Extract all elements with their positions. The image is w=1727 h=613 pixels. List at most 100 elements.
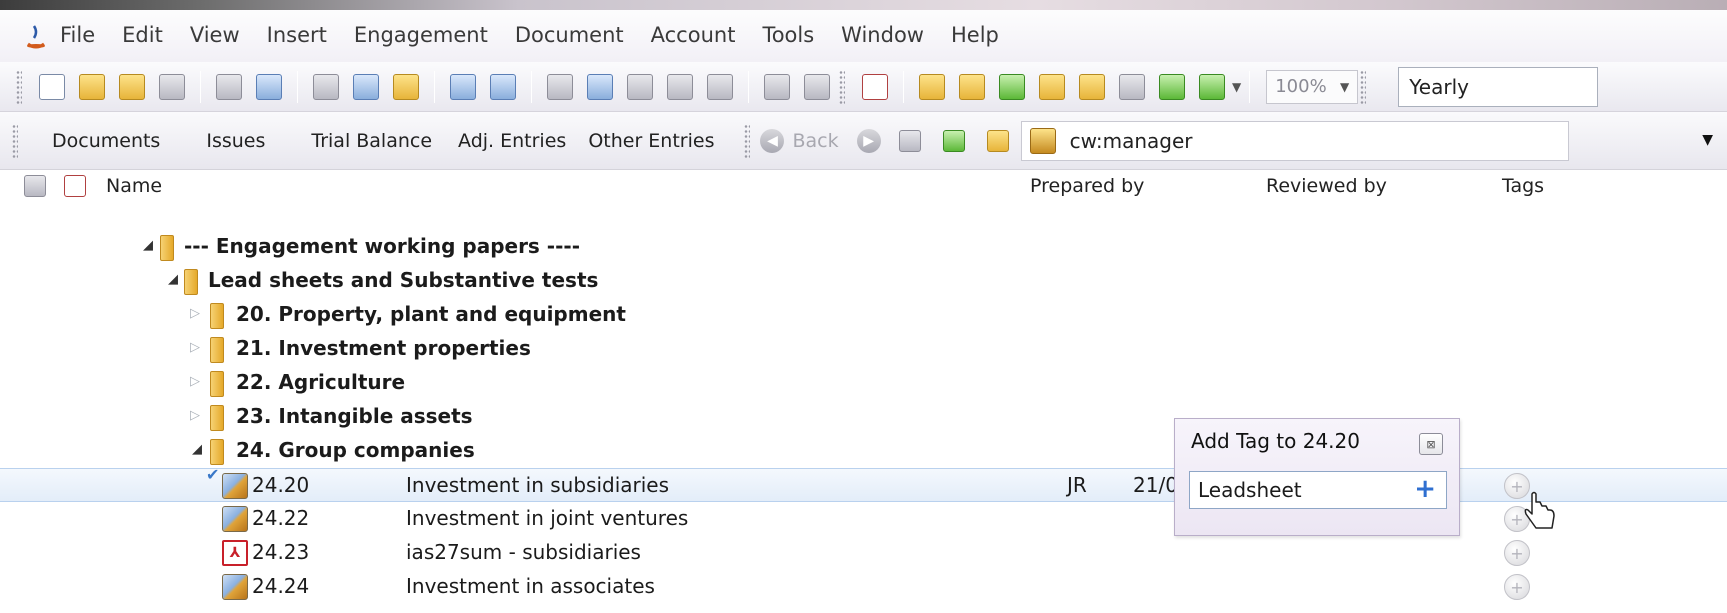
column-reviewed-by[interactable]: Reviewed by — [1266, 175, 1387, 197]
word-doc-icon[interactable] — [1119, 73, 1145, 100]
address-dropdown-icon[interactable]: ▼ — [1702, 132, 1713, 148]
menu-insert[interactable]: Insert — [267, 23, 327, 47]
signoff-icon[interactable] — [64, 175, 86, 197]
add-tag-popup: Add Tag to 24.20 ⊠ Leadsheet + — [1174, 418, 1460, 536]
tree-row-folder[interactable]: ▷ 20. Property, plant and equipment — [0, 298, 1727, 332]
rectangle-tool-icon[interactable] — [707, 73, 733, 100]
indent-icon[interactable] — [450, 73, 476, 100]
column-name[interactable]: Name — [106, 175, 162, 197]
toolbar-grip[interactable] — [12, 123, 18, 158]
add-tag-icon[interactable]: + — [1504, 574, 1530, 600]
open-folder-icon[interactable] — [79, 73, 105, 100]
menu-window[interactable]: Window — [841, 23, 924, 47]
cut-icon[interactable] — [313, 73, 339, 100]
menu-file[interactable]: File — [60, 23, 95, 47]
tree-row-folder[interactable]: ▷ 23. Intangible assets — [0, 400, 1727, 434]
tree-row-document[interactable]: ⅄ 24.23 ias27sum - subsidiaries + — [0, 536, 1727, 570]
collapse-arrow-icon[interactable]: ◢ — [192, 442, 202, 457]
toolbar-grip[interactable] — [16, 69, 22, 104]
stop-icon[interactable] — [898, 129, 921, 152]
new-folder-icon[interactable] — [119, 73, 145, 100]
tree-row-folder[interactable]: ▷ 22. Agriculture — [0, 366, 1727, 400]
navigation-toolbar: Documents Issues Trial Balance Adj. Entr… — [0, 112, 1727, 170]
tab-other-entries[interactable]: Other Entries — [588, 130, 714, 152]
excel-doc-icon[interactable] — [1159, 73, 1185, 100]
tag-input[interactable]: Leadsheet + — [1189, 471, 1447, 509]
tab-documents[interactable]: Documents — [52, 130, 160, 152]
folder-icon[interactable] — [919, 73, 945, 100]
tree-row-folder[interactable]: ◢ --- Engagement working papers ---- — [0, 230, 1727, 264]
eraser-icon[interactable] — [804, 73, 830, 100]
add-component-icon[interactable] — [1199, 73, 1225, 100]
print-icon[interactable] — [216, 73, 242, 100]
folder-icon — [210, 337, 224, 363]
copy-icon[interactable] — [353, 73, 379, 100]
refresh-icon[interactable] — [942, 129, 965, 152]
search-document-icon[interactable] — [764, 73, 790, 100]
expand-arrow-icon[interactable]: ▷ — [190, 306, 200, 321]
menu-help[interactable]: Help — [951, 23, 999, 47]
folder-label: Lead sheets and Substantive tests — [208, 268, 599, 292]
group-folder-icon[interactable] — [959, 73, 985, 100]
tab-trial-balance[interactable]: Trial Balance — [311, 130, 432, 152]
menu-engagement[interactable]: Engagement — [354, 23, 488, 47]
collapse-arrow-icon[interactable]: ◢ — [168, 272, 178, 287]
collapse-arrow-icon[interactable]: ◢ — [143, 238, 153, 253]
add-tag-icon[interactable]: + — [1504, 540, 1530, 566]
period-select[interactable]: Yearly — [1398, 66, 1599, 107]
back-button[interactable]: ◀ Back — [760, 128, 839, 153]
forward-arrow-icon[interactable]: ▶ — [856, 128, 881, 153]
toolbar-separator — [531, 70, 532, 103]
new-document-icon[interactable] — [39, 73, 65, 100]
close-icon[interactable]: ⊠ — [1419, 433, 1443, 455]
menu-tools[interactable]: Tools — [762, 23, 814, 47]
toolbar-grip[interactable] — [1360, 69, 1367, 104]
tag-input-value: Leadsheet — [1198, 478, 1302, 502]
menu-account[interactable]: Account — [651, 23, 736, 47]
zoom-value: 100% — [1275, 76, 1327, 97]
link-icon[interactable] — [159, 73, 185, 100]
expand-arrow-icon[interactable]: ▷ — [190, 374, 200, 389]
home-icon[interactable] — [986, 129, 1009, 152]
add-component-dropdown-icon[interactable]: ▼ — [1232, 80, 1241, 94]
tree-row-folder[interactable]: ▷ 21. Investment properties — [0, 332, 1727, 366]
signoff-check-icon[interactable] — [862, 73, 888, 100]
signed-off-check-icon: ✔ — [206, 465, 220, 484]
properties-icon[interactable] — [587, 73, 613, 100]
outdent-icon[interactable] — [490, 73, 516, 100]
tree-row-document[interactable]: 24.22 Investment in joint ventures + — [0, 502, 1727, 536]
empty-folder-icon[interactable] — [1079, 73, 1105, 100]
tab-adj-entries[interactable]: Adj. Entries — [458, 130, 566, 152]
menu-view[interactable]: View — [190, 23, 240, 47]
address-bar[interactable]: cw:manager — [1020, 120, 1569, 161]
tab-issues[interactable]: Issues — [206, 130, 265, 152]
column-tags[interactable]: Tags — [1502, 175, 1544, 197]
back-arrow-icon: ◀ — [760, 128, 785, 153]
clipboard-icon[interactable] — [24, 175, 46, 197]
menu-document[interactable]: Document — [515, 23, 624, 47]
toolbar-grip[interactable] — [839, 69, 845, 104]
menu-edit[interactable]: Edit — [122, 23, 163, 47]
print-preview-icon[interactable] — [256, 73, 282, 100]
expand-arrow-icon[interactable]: ▷ — [190, 408, 200, 423]
open-package-icon[interactable] — [1039, 73, 1065, 100]
tree-row-folder[interactable]: ◢ Lead sheets and Substantive tests — [0, 264, 1727, 298]
add-tag-plus-icon[interactable]: + — [1414, 474, 1436, 504]
tree-row-document[interactable]: 24.24 Investment in associates + — [0, 570, 1727, 604]
toolbar-grip[interactable] — [744, 123, 751, 158]
document-code: 24.24 — [252, 574, 310, 598]
paste-icon[interactable] — [393, 73, 419, 100]
document-code: 24.22 — [252, 506, 310, 530]
edit-icon[interactable] — [547, 73, 573, 100]
line-tool-icon[interactable] — [667, 73, 693, 100]
address-value: cw:manager — [1069, 128, 1193, 153]
tree-row-folder[interactable]: ◢ 24. Group companies — [0, 434, 1727, 468]
trial-balance-icon[interactable] — [999, 73, 1025, 100]
zoom-select[interactable]: 100% ▼ — [1266, 69, 1359, 104]
tree-row-document[interactable]: ✔ 24.20 Investment in subsidiaries JR 21… — [0, 465, 1727, 502]
stamp-icon[interactable] — [627, 73, 653, 100]
expand-arrow-icon[interactable]: ▷ — [190, 340, 200, 355]
column-prepared-by[interactable]: Prepared by — [1030, 175, 1144, 197]
pdf-icon: ⅄ — [222, 540, 248, 566]
app-java-icon — [27, 25, 45, 49]
